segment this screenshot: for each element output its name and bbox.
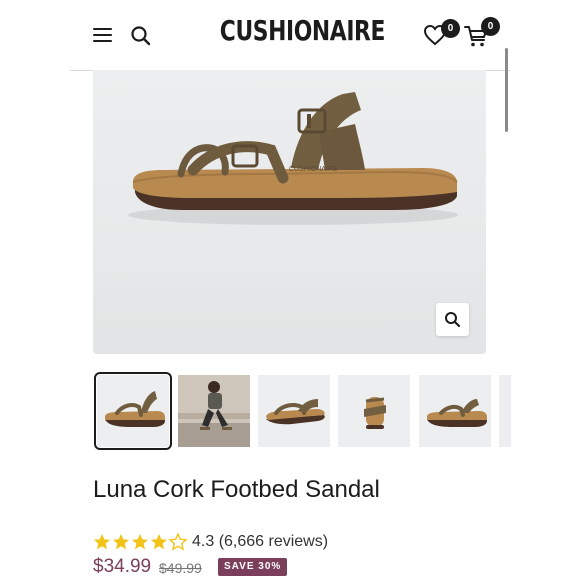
sale-price: $34.99: [93, 556, 152, 577]
brand-logo[interactable]: CUSHIONAIRE: [220, 14, 386, 47]
rating-text[interactable]: 4.3 (6,666 reviews): [192, 533, 328, 551]
wishlist-count-badge: 0: [441, 19, 460, 38]
cart-count-badge: 0: [481, 17, 500, 36]
zoom-button[interactable]: [436, 303, 469, 336]
thumbnail-2[interactable]: [178, 375, 250, 447]
product-title: Luna Cork Footbed Sandal: [93, 476, 380, 503]
site-header: CUSHIONAIRE 0 0: [0, 0, 580, 70]
star-rating-icon: [94, 533, 187, 550]
search-icon[interactable]: [130, 25, 152, 47]
sandal-image: CUSHIONAIRE: [128, 92, 458, 225]
sandal-side-alt-thumbnail: [427, 399, 487, 427]
thumbnail-3[interactable]: [258, 375, 330, 447]
thumbnail-6[interactable]: [499, 375, 511, 447]
product-main-image[interactable]: CUSHIONAIRE: [93, 70, 486, 354]
zoom-icon: [445, 312, 461, 328]
scrollbar[interactable]: [505, 48, 508, 132]
model-wearing-thumbnail: [178, 375, 250, 447]
sandal-front-thumbnail: [364, 397, 386, 429]
sandal-side-thumbnail: [105, 391, 165, 427]
thumbnail-4[interactable]: [338, 375, 410, 447]
compare-at-price: $49.99: [159, 560, 202, 576]
thumbnail-1[interactable]: [94, 372, 172, 450]
sandal-angle-thumbnail: [266, 399, 325, 425]
menu-icon[interactable]: [93, 27, 112, 43]
svg-text:CUSHIONAIRE: CUSHIONAIRE: [289, 166, 338, 173]
thumbnail-5[interactable]: [419, 375, 491, 447]
save-badge: SAVE 30%: [218, 558, 288, 576]
